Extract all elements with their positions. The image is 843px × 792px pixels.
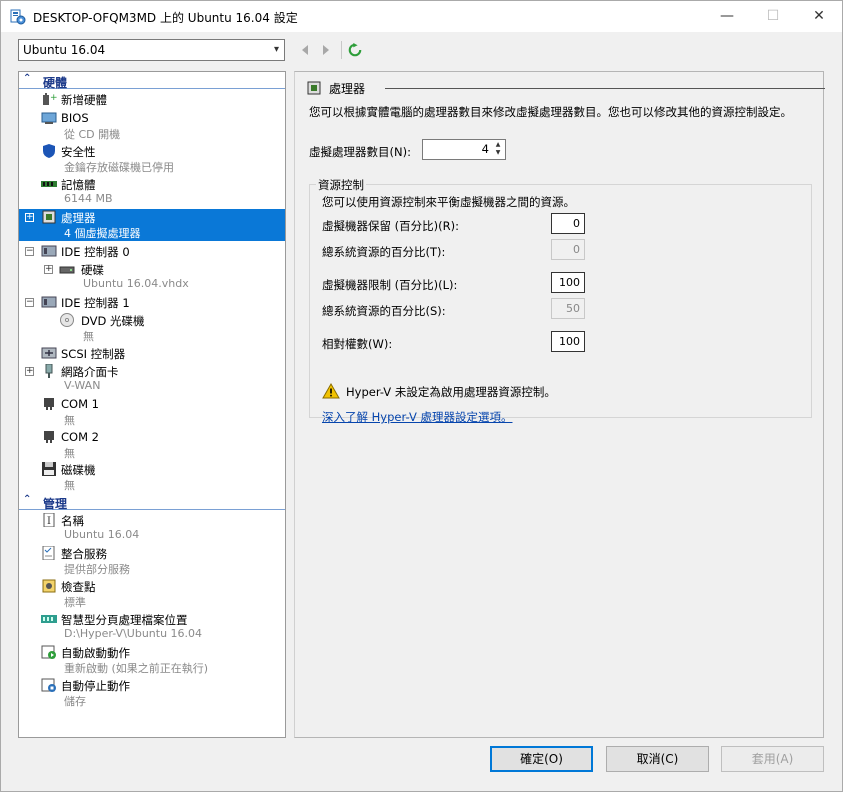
resource-control-group: 資源控制 您可以使用資源控制來平衡虛擬機器之間的資源。 虛擬機器保留 (百分比)… bbox=[309, 177, 812, 424]
tree-item-network-adapter[interactable]: + 網路介面卡 V-WAN bbox=[19, 363, 285, 395]
spin-arrows-icon[interactable]: ▲ ▼ bbox=[492, 141, 504, 158]
ide-controller-icon bbox=[41, 296, 57, 308]
hyper-v-settings-icon bbox=[10, 9, 26, 25]
processor-icon bbox=[42, 210, 56, 224]
memory-icon bbox=[41, 181, 57, 187]
integration-services-icon bbox=[42, 546, 55, 560]
tree-item-checkpoints[interactable]: 檢查點 標準 bbox=[19, 578, 285, 610]
collapse-chevron-icon: ⌃ bbox=[23, 494, 32, 505]
detail-header: 處理器 bbox=[307, 81, 825, 96]
weight-label: 相對權數(W): bbox=[322, 337, 393, 351]
reserve-input[interactable]: 0 bbox=[551, 213, 585, 234]
tree-item-smart-paging[interactable]: 智慧型分頁處理檔案位置 D:\Hyper-V\Ubuntu 16.04 bbox=[19, 611, 285, 643]
close-button[interactable]: ✕ bbox=[796, 1, 842, 32]
collapse-chevron-icon: ⌃ bbox=[23, 73, 32, 84]
tree-item-memory[interactable]: 記憶體 6144 MB bbox=[19, 176, 285, 208]
tree-item-add-hardware[interactable]: + 新增硬體 bbox=[19, 91, 285, 108]
expand-icon[interactable]: + bbox=[25, 367, 34, 376]
toolbar-divider bbox=[341, 41, 342, 59]
apply-button[interactable]: 套用(A) bbox=[721, 746, 824, 772]
refresh-icon[interactable] bbox=[348, 42, 362, 58]
previous-vm-icon[interactable] bbox=[298, 42, 312, 58]
weight-input[interactable]: 100 bbox=[551, 331, 585, 352]
hardware-section-header[interactable]: ⌃ 硬體 bbox=[19, 73, 285, 90]
window-title: DESKTOP-OFQM3MD 上的 Ubuntu 16.04 設定 bbox=[33, 11, 298, 25]
limit-input[interactable]: 100 bbox=[551, 272, 585, 293]
chevron-down-icon: ▾ bbox=[273, 44, 279, 55]
tree-item-auto-stop[interactable]: 自動停止動作 儲存 bbox=[19, 677, 285, 709]
limit-label: 虛擬機器限制 (百分比)(L): bbox=[322, 278, 458, 292]
limit-total-value: 50 bbox=[551, 298, 585, 319]
network-adapter-icon bbox=[45, 364, 53, 378]
tree-item-com2[interactable]: COM 2 無 bbox=[19, 429, 285, 461]
tree-item-security[interactable]: 安全性 金鑰存放磁碟機已停用 bbox=[19, 143, 285, 175]
tree-item-com1[interactable]: COM 1 無 bbox=[19, 396, 285, 428]
vcpu-count-label: 虛擬處理器數目(N): bbox=[309, 145, 411, 159]
next-vm-icon[interactable] bbox=[319, 42, 333, 58]
header-rule bbox=[385, 88, 825, 89]
tree-item-integration-services[interactable]: 整合服務 提供部分服務 bbox=[19, 545, 285, 577]
spin-up-icon[interactable]: ▲ bbox=[492, 141, 504, 149]
reserve-total-label: 總系統資源的百分比(T): bbox=[322, 245, 446, 259]
expand-icon[interactable]: + bbox=[44, 265, 53, 274]
tree-item-name[interactable]: I 名稱 Ubuntu 16.04 bbox=[19, 512, 285, 544]
processor-detail-panel: 處理器 您可以根據實體電腦的處理器數目來修改虛擬處理器數目。您也可以修改其他的資… bbox=[294, 71, 825, 738]
processor-description: 您可以根據實體電腦的處理器數目來修改虛擬處理器數目。您也可以修改其他的資源控制設… bbox=[309, 105, 792, 119]
tree-item-ide-controller-0[interactable]: − IDE 控制器 0 bbox=[19, 243, 285, 260]
warning-text: Hyper-V 未設定為啟用處理器資源控制。 bbox=[346, 385, 556, 399]
tree-item-auto-start[interactable]: 自動啟動動作 重新啟動 (如果之前正在執行) bbox=[19, 644, 285, 676]
vm-selector-dropdown[interactable]: Ubuntu 16.04 ▾ bbox=[18, 39, 285, 61]
resource-control-description: 您可以使用資源控制來平衡虛擬機器之間的資源。 bbox=[322, 195, 575, 209]
reserve-total-value: 0 bbox=[551, 239, 585, 260]
cancel-button[interactable]: 取消(C) bbox=[606, 746, 709, 772]
auto-stop-icon bbox=[41, 678, 56, 692]
tree-item-diskette-drive[interactable]: 磁碟機 無 bbox=[19, 461, 285, 493]
expand-icon[interactable]: + bbox=[25, 213, 34, 222]
svg-text:+: + bbox=[50, 93, 57, 103]
detail-title: 處理器 bbox=[329, 82, 366, 96]
tree-item-ide-controller-1[interactable]: − IDE 控制器 1 bbox=[19, 294, 285, 311]
reserve-label: 虛擬機器保留 (百分比)(R): bbox=[322, 219, 459, 233]
com-port-icon bbox=[44, 431, 54, 443]
add-hardware-icon: + bbox=[43, 93, 57, 105]
processor-icon bbox=[307, 81, 321, 95]
ok-button[interactable]: 確定(O) bbox=[490, 746, 593, 772]
shield-icon bbox=[43, 144, 55, 158]
tree-item-dvd-drive[interactable]: DVD 光碟機 無 bbox=[19, 312, 285, 344]
limit-total-label: 總系統資源的百分比(S): bbox=[322, 304, 446, 318]
floppy-icon bbox=[42, 462, 56, 476]
settings-window: DESKTOP-OFQM3MD 上的 Ubuntu 16.04 設定 — ☐ ✕… bbox=[0, 0, 843, 792]
settings-tree: ⌃ 硬體 + 新增硬體 BIOS 從 CD 開機 安全性 金鑰存放磁碟機已停用 … bbox=[18, 71, 286, 738]
checkpoint-icon bbox=[42, 579, 56, 593]
spin-down-icon[interactable]: ▼ bbox=[492, 149, 504, 157]
smart-paging-icon bbox=[41, 615, 57, 623]
svg-text:I: I bbox=[47, 516, 51, 527]
tree-item-processor[interactable]: + 處理器 4 個虛擬處理器 bbox=[19, 209, 285, 241]
minimize-button[interactable]: — bbox=[704, 1, 750, 32]
resource-control-legend: 資源控制 bbox=[316, 177, 366, 193]
hard-disk-icon bbox=[59, 266, 75, 274]
tree-item-hard-drive[interactable]: + 硬碟 Ubuntu 16.04.vhdx bbox=[19, 261, 285, 293]
ide-controller-icon bbox=[41, 245, 57, 257]
learn-more-link[interactable]: 深入了解 Hyper-V 處理器設定選項。 bbox=[322, 409, 512, 425]
com-port-icon bbox=[44, 398, 54, 410]
vcpu-count-value: 4 bbox=[481, 142, 489, 156]
warning-icon bbox=[322, 383, 340, 399]
vcpu-count-stepper[interactable]: 4 ▲ ▼ bbox=[422, 139, 506, 160]
management-section-header[interactable]: ⌃ 管理 bbox=[19, 494, 285, 511]
auto-start-icon bbox=[41, 645, 56, 659]
collapse-icon[interactable]: − bbox=[25, 298, 34, 307]
name-icon: I bbox=[43, 513, 55, 527]
vm-selector-value: Ubuntu 16.04 bbox=[23, 43, 106, 57]
collapse-icon[interactable]: − bbox=[25, 247, 34, 256]
bios-icon bbox=[41, 112, 57, 124]
tree-item-bios[interactable]: BIOS 從 CD 開機 bbox=[19, 110, 285, 142]
scsi-controller-icon bbox=[41, 347, 57, 359]
tree-item-scsi-controller[interactable]: SCSI 控制器 bbox=[19, 345, 285, 362]
title-bar: DESKTOP-OFQM3MD 上的 Ubuntu 16.04 設定 — ☐ ✕ bbox=[1, 1, 842, 32]
maximize-button[interactable]: ☐ bbox=[750, 1, 796, 32]
dvd-icon bbox=[60, 313, 74, 327]
